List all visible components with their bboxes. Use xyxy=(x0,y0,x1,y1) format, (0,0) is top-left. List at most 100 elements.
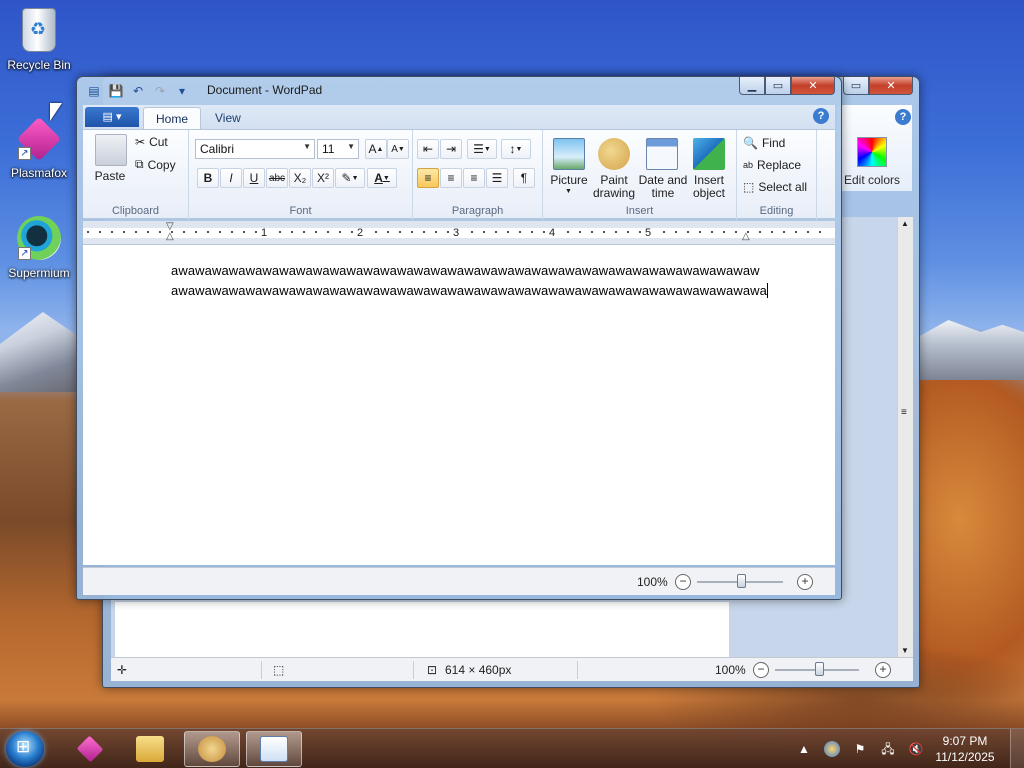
application-menu-button[interactable]: ▤ ▾ xyxy=(85,107,139,127)
font-color-button[interactable]: A ▼ xyxy=(367,168,397,188)
paste-icon[interactable] xyxy=(95,134,127,166)
show-desktop-button[interactable] xyxy=(1010,729,1024,768)
wordpad-titlebar[interactable]: ▤ 💾 ↶ ↷ ▾ Document - WordPad ▁ ▭ ✕ xyxy=(77,77,841,105)
paint-canvas[interactable] xyxy=(115,602,729,657)
paint-help-icon[interactable]: ? xyxy=(895,109,911,125)
save-icon[interactable]: 💾 xyxy=(107,82,125,100)
zoom-in-button[interactable]: + xyxy=(797,574,813,590)
minimize-button[interactable]: ▁ xyxy=(739,77,765,95)
desktop-icon-plasmafox[interactable]: ↗ Plasmafox xyxy=(3,112,75,180)
close-button[interactable]: ✕ xyxy=(791,77,835,95)
paragraph-button[interactable]: ¶ xyxy=(513,168,535,188)
ruler-tick xyxy=(807,231,809,233)
grow-font-button[interactable]: A ▲ xyxy=(365,139,387,159)
wordpad-icon xyxy=(260,736,288,762)
ruler-number: 3 xyxy=(453,227,460,239)
undo-icon[interactable]: ↶ xyxy=(129,82,147,100)
font-color-glyph: A xyxy=(374,171,383,185)
edit-colors-icon[interactable] xyxy=(857,137,887,167)
line-spacing-button[interactable]: ↕ ▼ xyxy=(501,139,531,159)
subscript-button[interactable]: X₂ xyxy=(289,168,311,188)
chevron-down-icon: ▼ xyxy=(303,142,311,151)
scroll-grip-icon[interactable]: ≡ xyxy=(901,407,907,418)
underline-button[interactable]: U xyxy=(243,168,265,188)
insert-object-button[interactable]: Insert object xyxy=(677,174,741,200)
help-icon[interactable]: ? xyxy=(813,108,829,124)
group-label: Clipboard xyxy=(111,205,160,217)
scroll-up-icon[interactable]: ▲ xyxy=(901,219,909,228)
bullets-button[interactable]: ☰ ▼ xyxy=(467,139,497,159)
paint-vertical-scrollbar[interactable]: ▲ ≡ ▼ xyxy=(897,217,913,657)
volume-muted-icon[interactable]: 🔇 xyxy=(908,741,924,757)
align-center-button[interactable]: ≡ xyxy=(440,168,462,188)
decrease-indent-button[interactable]: ⇤ xyxy=(417,139,439,159)
clock[interactable]: 9:07 PM 11/12/2025 xyxy=(930,733,1000,765)
increase-indent-button[interactable]: ⇥ xyxy=(440,139,462,159)
desktop-icon-recycle-bin[interactable]: Recycle Bin xyxy=(3,8,75,72)
show-hidden-icons-button[interactable]: ▲ xyxy=(796,741,812,757)
chevron-down-icon: ▼ xyxy=(565,188,572,195)
taskbar-explorer[interactable] xyxy=(122,731,178,767)
paint-drawing-icon[interactable] xyxy=(598,138,630,170)
shrink-font-button[interactable]: A ▼ xyxy=(387,139,409,159)
find-button[interactable]: 🔍 Find xyxy=(743,136,785,150)
ruler-tick xyxy=(471,231,473,233)
calendar-clock-icon[interactable] xyxy=(646,138,678,170)
paint-close-button[interactable]: ✕ xyxy=(869,77,913,95)
ribbon-tab-bar: ▤ ▾ Home View ? xyxy=(83,105,835,129)
strikethrough-button[interactable]: abc xyxy=(266,168,288,188)
action-center-flag-icon[interactable]: ⚑ xyxy=(852,741,868,757)
wordpad-app-icon[interactable]: ▤ xyxy=(85,82,103,100)
group-label: Paragraph xyxy=(451,205,504,217)
select-all-button[interactable]: ⬚ Select all xyxy=(743,180,807,194)
italic-button[interactable]: I xyxy=(220,168,242,188)
ruler[interactable]: ▽ △ △ 1 2 3 4 5 xyxy=(83,221,835,245)
group-font: Calibri ▼ 11 ▼ A ▲ A ▼ B I U abc X₂ X² ✎ ▼ A ▼… xyxy=(189,130,413,220)
tab-view[interactable]: View xyxy=(203,107,253,129)
maximize-button[interactable]: ▭ xyxy=(765,77,791,95)
paint-zoom-in-button[interactable]: + xyxy=(875,662,891,678)
paint-maximize-button[interactable]: ▭ xyxy=(843,77,869,95)
taskbar-paint[interactable] xyxy=(184,731,240,767)
bold-button[interactable]: B xyxy=(197,168,219,188)
highlight-color-button[interactable]: ✎ ▼ xyxy=(335,168,365,188)
align-right-button[interactable]: ≡ xyxy=(463,168,485,188)
copy-button[interactable]: ⧉ Copy xyxy=(135,157,176,172)
edit-colors-button[interactable]: Edit colors xyxy=(843,173,901,187)
ruler-tick xyxy=(507,231,509,233)
ruler-tick xyxy=(327,231,329,233)
document-area[interactable]: awawawawawawawawawawawawawawawawawawawaw… xyxy=(83,245,835,565)
tab-home[interactable]: Home xyxy=(143,107,202,129)
paint-zoom-thumb[interactable] xyxy=(815,662,824,676)
customize-qat-icon[interactable]: ▾ xyxy=(173,82,191,100)
insert-object-icon[interactable] xyxy=(693,138,725,170)
cut-button[interactable]: ✂ Cut xyxy=(135,135,168,149)
taskbar-wordpad[interactable] xyxy=(246,731,302,767)
replace-button[interactable]: ab Replace xyxy=(743,158,801,172)
superscript-button[interactable]: X² xyxy=(312,168,334,188)
scroll-down-icon[interactable]: ▼ xyxy=(901,646,909,655)
ruler-tick xyxy=(603,231,605,233)
desktop-icon-supermium[interactable]: ↗ Supermium xyxy=(3,216,75,280)
redo-icon[interactable]: ↷ xyxy=(151,82,169,100)
zoom-slider-thumb[interactable] xyxy=(737,574,746,588)
justify-button[interactable]: ☰ xyxy=(486,168,508,188)
font-family-select[interactable]: Calibri ▼ xyxy=(195,139,315,159)
start-button[interactable] xyxy=(6,731,44,767)
ruler-tick xyxy=(819,231,821,233)
paint-zoom-out-button[interactable]: − xyxy=(753,662,769,678)
zoom-level: 100% xyxy=(637,575,668,589)
system-tray: ▲ ⚑ 🖧 🔇 9:07 PM 11/12/2025 xyxy=(790,729,1024,768)
font-size-select[interactable]: 11 ▼ xyxy=(317,139,359,159)
align-left-button[interactable]: ≡ xyxy=(417,168,439,188)
cut-label: Cut xyxy=(149,135,168,149)
picture-icon[interactable] xyxy=(553,138,585,170)
browser-tray-icon[interactable] xyxy=(824,741,840,757)
zoom-out-button[interactable]: − xyxy=(675,574,691,590)
taskbar-plasmafox[interactable] xyxy=(62,731,118,767)
mouse-pointer-icon xyxy=(50,103,62,121)
chevron-down-icon: ▼ xyxy=(515,145,523,153)
ruler-tick xyxy=(639,231,641,233)
network-icon[interactable]: 🖧 xyxy=(880,741,896,757)
paste-button[interactable]: Paste xyxy=(78,170,142,183)
